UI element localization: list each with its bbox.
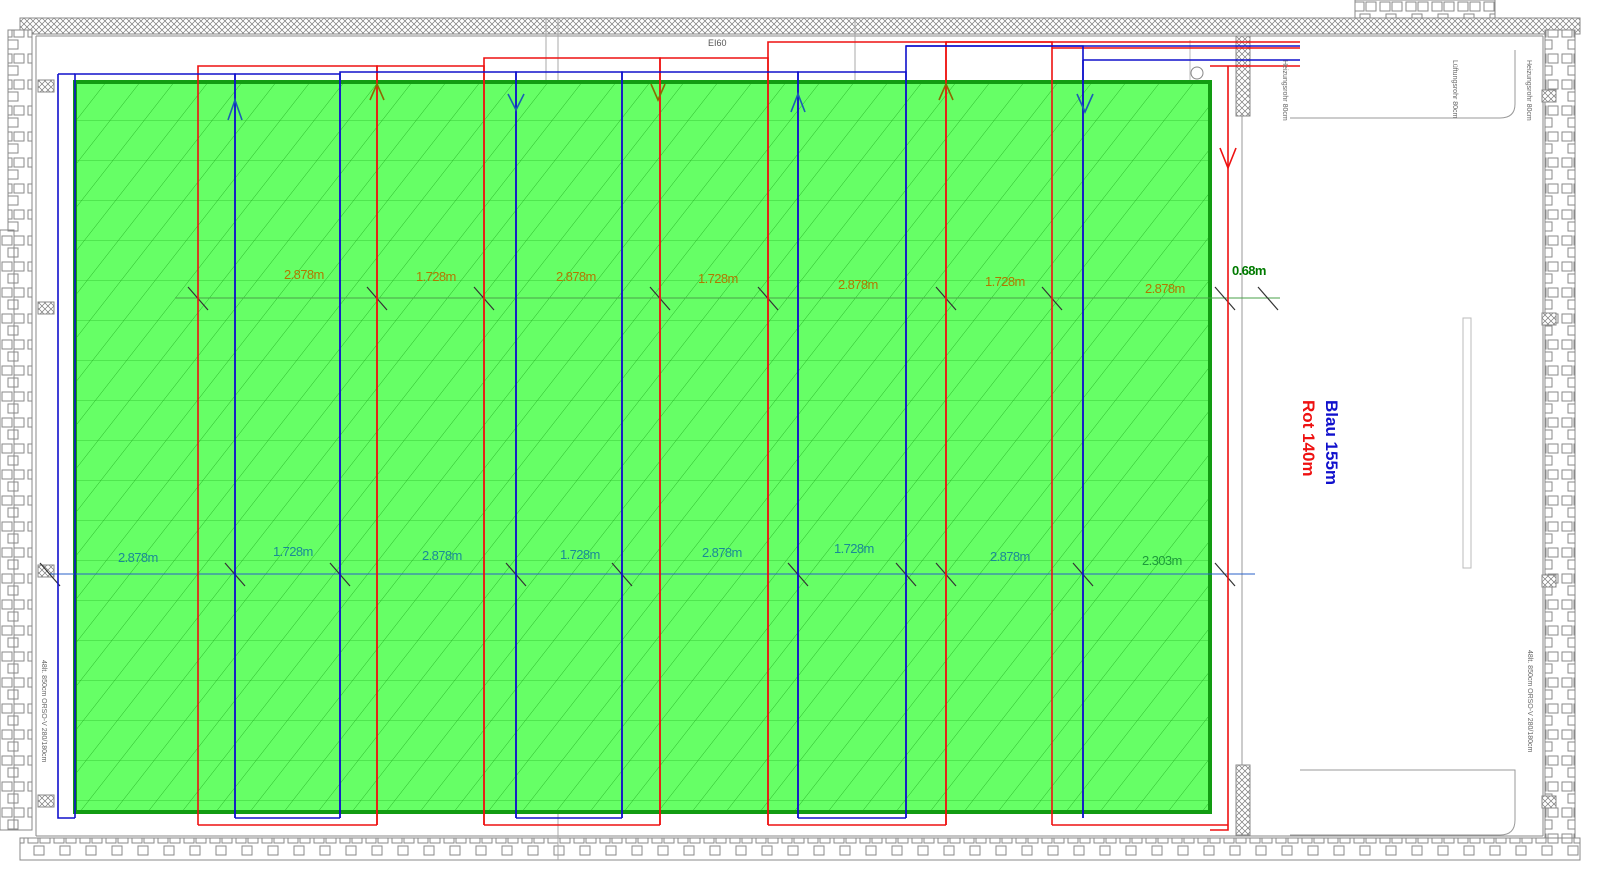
top-dimension-label: 1.728m — [698, 271, 738, 286]
service-note-2: Heizungsrohr 80cm — [1525, 60, 1532, 121]
top-dimension-label: 1.728m — [985, 274, 1025, 289]
top-dimension-label: 1.728m — [416, 269, 456, 284]
blue-edge — [57, 73, 75, 819]
top-dimension-label: 2.878m — [1145, 281, 1185, 296]
bottom-dimension-label: 2.878m — [702, 545, 742, 560]
service-note-3: Heizungsrohr 80cm — [1281, 60, 1288, 121]
door-label: EI60 — [708, 38, 727, 48]
bottom-dimension-label: 1.728m — [834, 541, 874, 556]
bottom-dimension-label: 2.878m — [422, 548, 462, 563]
right-wall-note: 48lt. 850cm ORSO-V 280/180cm — [1526, 650, 1533, 752]
side-gap-dimension: 0.68m — [1232, 263, 1266, 278]
red-return — [1210, 65, 1300, 831]
left-wall-note: 48lt. 850cm ORSO-V 280/180cm — [40, 660, 47, 762]
top-dimension-label: 2.878m — [284, 267, 324, 282]
legend-blue: Blau 155m — [1322, 400, 1341, 485]
service-note-1: Lüftungsrohr 80cm — [1451, 60, 1458, 119]
bottom-dimension-label: 1.728m — [273, 544, 313, 559]
top-dimension-label: 2.878m — [838, 277, 878, 292]
bottom-dimension-label: 2.303m — [1142, 553, 1182, 568]
heated-floor-area — [73, 80, 1212, 814]
floor-heating-plan: 2.878m 1.728m 2.878m 1.728m 2.878m 1.728m 2.87… — [0, 0, 1581, 861]
bottom-dimension-label: 1.728m — [560, 547, 600, 562]
bottom-dimension-label: 2.878m — [990, 549, 1030, 564]
bottom-dimension-label: 2.878m — [118, 550, 158, 565]
top-dimension-label: 2.878m — [556, 269, 596, 284]
legend-red: Rot 140m — [1299, 400, 1318, 477]
